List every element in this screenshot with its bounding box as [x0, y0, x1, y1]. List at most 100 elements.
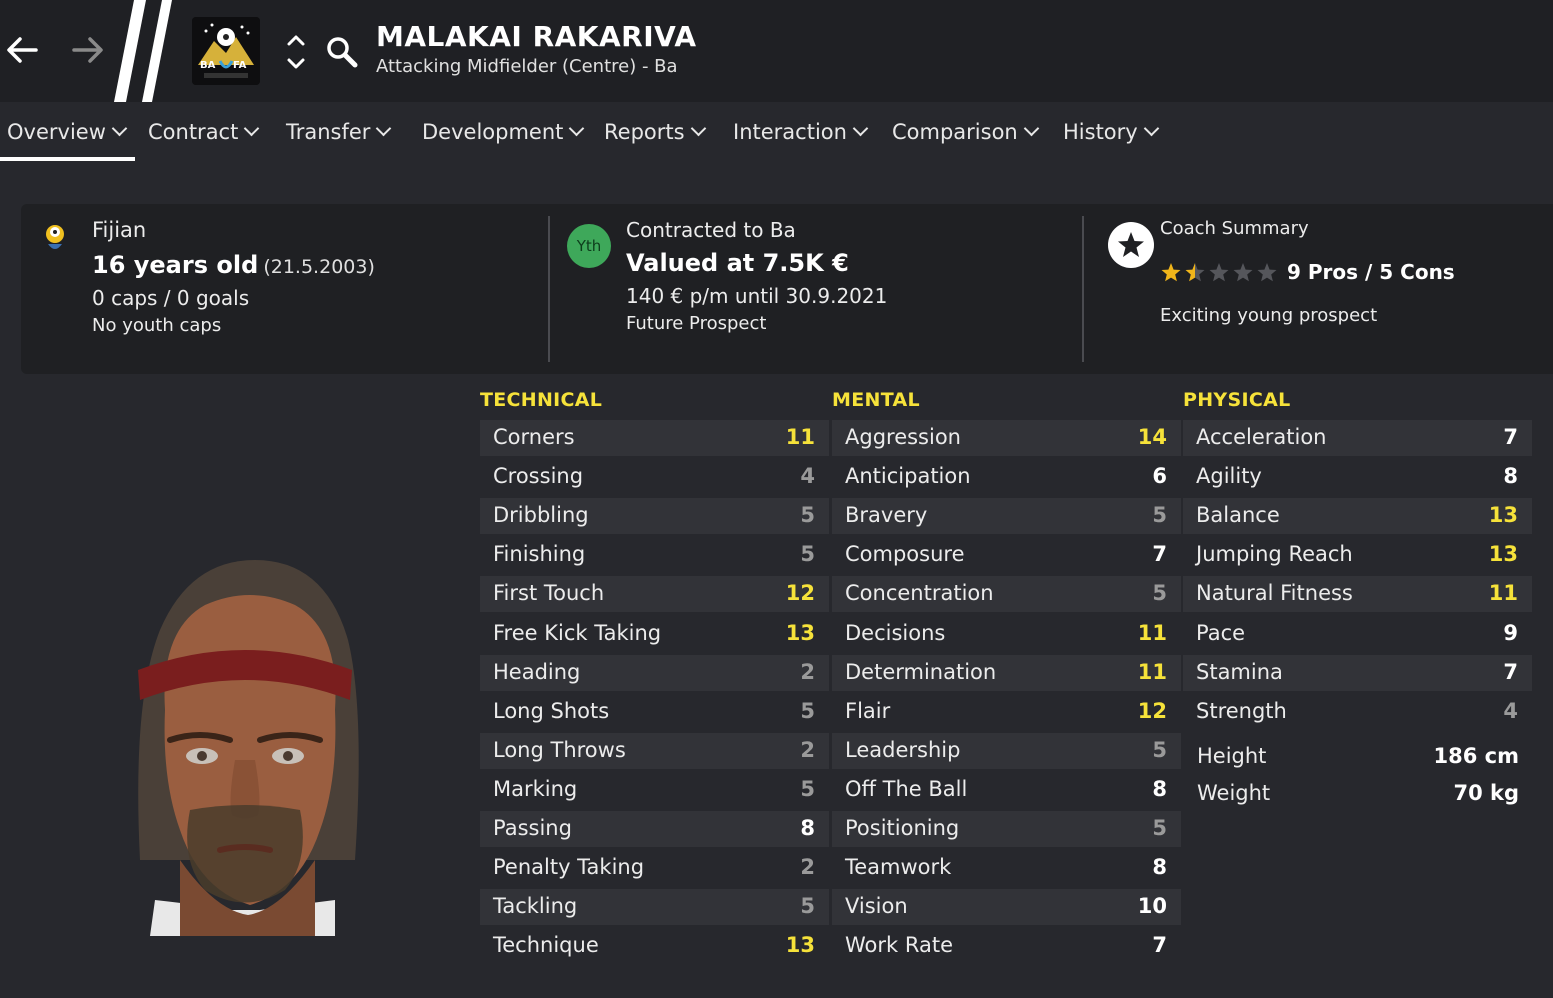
attribute-name: Balance	[1196, 503, 1280, 527]
attribute-value: 5	[800, 503, 815, 527]
star-icon	[1161, 263, 1181, 282]
attribute-name: Technique	[493, 933, 599, 957]
attribute-name: Dribbling	[493, 503, 589, 527]
tab-comparison[interactable]: Comparison	[892, 120, 1040, 144]
coach-rating-stars	[1161, 263, 1277, 282]
forward-arrow-icon[interactable]	[68, 30, 108, 70]
svg-text:BA: BA	[200, 60, 216, 71]
search-icon[interactable]	[324, 34, 360, 70]
prospect-status: Future Prospect	[626, 313, 767, 334]
coach-summary-title[interactable]: Coach Summary	[1160, 218, 1309, 239]
tab-contract[interactable]: Contract	[148, 120, 260, 144]
attribute-row-physical[interactable]: Natural Fitness 11	[1183, 576, 1532, 612]
attribute-value: 13	[785, 933, 815, 957]
chevron-down-icon	[1023, 120, 1040, 137]
attribute-value: 8	[800, 816, 815, 840]
tab-overview[interactable]: Overview	[7, 120, 128, 144]
attribute-name: Agility	[1196, 464, 1262, 488]
attribute-row-technical[interactable]: Heading 2	[480, 655, 829, 691]
empty-star-icon	[1209, 263, 1229, 282]
attribute-value: 5	[1152, 738, 1167, 762]
height-label: Height	[1197, 744, 1267, 768]
attribute-row-technical[interactable]: Marking 5	[480, 772, 829, 808]
age: 16 years old	[92, 251, 259, 279]
attribute-row-physical[interactable]: Acceleration 7	[1183, 420, 1532, 456]
attribute-row-mental[interactable]: Teamwork 8	[832, 850, 1181, 886]
attribute-row-physical[interactable]: Agility 8	[1183, 459, 1532, 495]
attribute-value: 2	[800, 738, 815, 762]
attribute-row-technical[interactable]: Long Throws 2	[480, 733, 829, 769]
attribute-row-technical[interactable]: Finishing 5	[480, 537, 829, 573]
attribute-value: 11	[1137, 660, 1167, 684]
attribute-row-mental[interactable]: Positioning 5	[832, 811, 1181, 847]
attribute-row-technical[interactable]: Penalty Taking 2	[480, 850, 829, 886]
attribute-row-physical[interactable]: Pace 9	[1183, 616, 1532, 652]
attribute-row-mental[interactable]: Determination 11	[832, 655, 1181, 691]
attribute-value: 12	[785, 581, 815, 605]
attribute-value: 4	[1503, 699, 1518, 723]
attribute-row-physical[interactable]: Strength 4	[1183, 694, 1532, 730]
attribute-row-mental[interactable]: Decisions 11	[832, 616, 1181, 652]
attribute-row-mental[interactable]: Leadership 5	[832, 733, 1181, 769]
tab-transfer[interactable]: Transfer	[286, 120, 392, 144]
attribute-row-physical[interactable]: Balance 13	[1183, 498, 1532, 534]
date-of-birth: (21.5.2003)	[263, 256, 375, 278]
height-value: 186 cm	[1433, 744, 1519, 768]
attribute-name: Passing	[493, 816, 572, 840]
attribute-row-technical[interactable]: Tackling 5	[480, 889, 829, 925]
chevron-down-icon	[1143, 120, 1159, 137]
coach-star-icon	[1108, 222, 1154, 268]
attribute-row-technical[interactable]: Corners 11	[480, 420, 829, 456]
player-value: Valued at 7.5K €	[626, 249, 849, 277]
player-portrait	[138, 560, 359, 936]
attribute-row-mental[interactable]: Flair 12	[832, 694, 1181, 730]
back-arrow-icon[interactable]	[2, 30, 42, 70]
attribute-row-mental[interactable]: Anticipation 6	[832, 459, 1181, 495]
attribute-name: Vision	[845, 894, 908, 918]
attribute-value: 7	[1503, 660, 1518, 684]
attribute-value: 11	[1488, 581, 1518, 605]
attribute-value: 5	[1152, 816, 1167, 840]
attribute-row-technical[interactable]: Free Kick Taking 13	[480, 616, 829, 652]
attribute-row-mental[interactable]: Concentration 5	[832, 576, 1181, 612]
attribute-row-physical[interactable]: Jumping Reach 13	[1183, 537, 1532, 573]
attribute-name: Teamwork	[845, 855, 952, 879]
attribute-row-technical[interactable]: Long Shots 5	[480, 694, 829, 730]
nationality[interactable]: Fijian	[92, 218, 146, 242]
attribute-row-mental[interactable]: Work Rate 7	[832, 928, 1181, 964]
attribute-name: Determination	[845, 660, 997, 684]
attribute-row-mental[interactable]: Off The Ball 8	[832, 772, 1181, 808]
attribute-row-technical[interactable]: Passing 8	[480, 811, 829, 847]
nation-flag-icon[interactable]	[42, 222, 68, 256]
player-up-down-icon[interactable]	[284, 30, 308, 74]
empty-star-icon	[1257, 263, 1277, 282]
contracted-to[interactable]: Contracted to Ba	[626, 218, 796, 242]
attribute-value: 5	[800, 894, 815, 918]
coach-note: Exciting young prospect	[1160, 305, 1378, 326]
chevron-down-icon	[690, 120, 706, 137]
attribute-row-technical[interactable]: First Touch 12	[480, 576, 829, 612]
attribute-name: Tackling	[493, 894, 578, 918]
attribute-name: Long Shots	[493, 699, 610, 723]
club-badge[interactable]: BA FA	[192, 17, 260, 85]
tab-interaction[interactable]: Interaction	[733, 120, 869, 144]
pros-cons[interactable]: 9 Pros / 5 Cons	[1287, 260, 1455, 284]
tab-history[interactable]: History	[1063, 120, 1159, 144]
attribute-row-mental[interactable]: Aggression 14	[832, 420, 1181, 456]
tab-label: Development	[422, 120, 564, 144]
attribute-row-mental[interactable]: Composure 7	[832, 537, 1181, 573]
attribute-name: Acceleration	[1196, 425, 1327, 449]
attribute-row-mental[interactable]: Bravery 5	[832, 498, 1181, 534]
tab-reports[interactable]: Reports	[604, 120, 706, 144]
attribute-row-technical[interactable]: Dribbling 5	[480, 498, 829, 534]
panel-divider	[1082, 216, 1084, 362]
chevron-down-icon	[376, 120, 392, 137]
attribute-row-technical[interactable]: Crossing 4	[480, 459, 829, 495]
attribute-name: Pace	[1196, 621, 1246, 645]
attribute-row-mental[interactable]: Vision 10	[832, 889, 1181, 925]
attribute-row-technical[interactable]: Technique 13	[480, 928, 829, 964]
tab-development[interactable]: Development	[422, 120, 585, 144]
attribute-row-physical[interactable]: Stamina 7	[1183, 655, 1532, 691]
weight-label: Weight	[1197, 781, 1271, 805]
attribute-name: Corners	[493, 425, 575, 449]
